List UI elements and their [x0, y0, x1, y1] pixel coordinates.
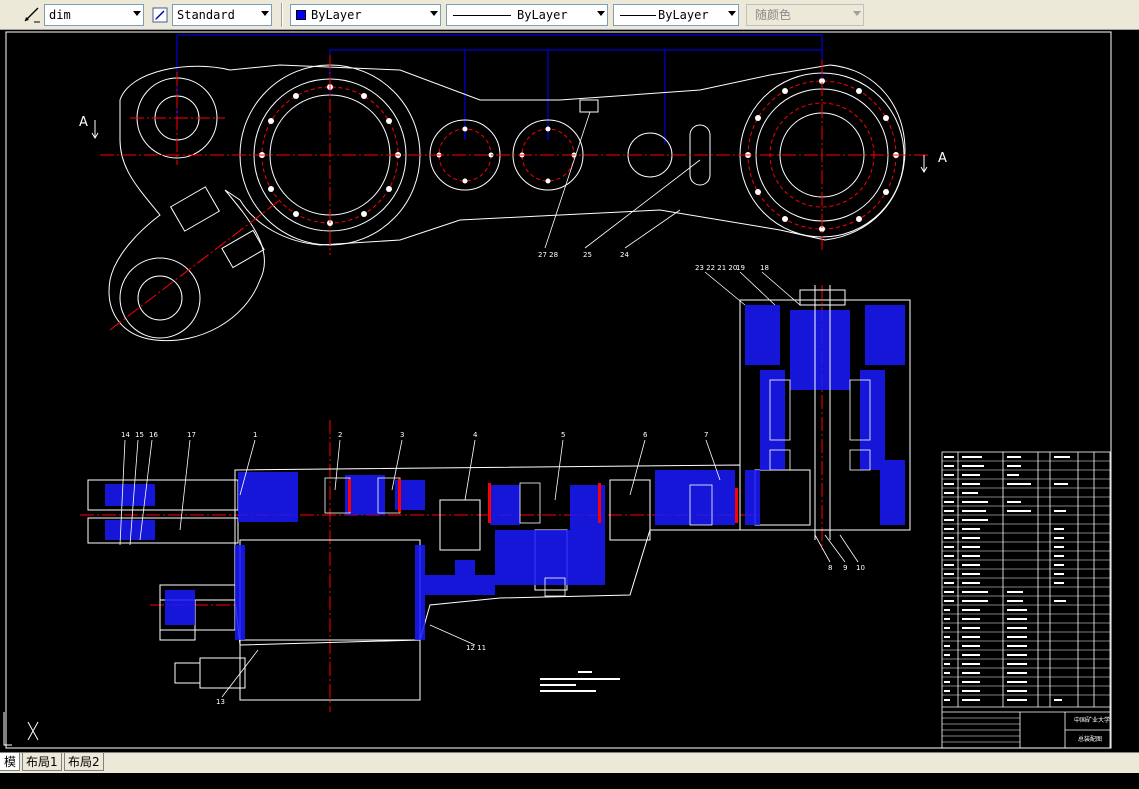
- callout-25: 25: [583, 251, 592, 259]
- technical-notes: [540, 671, 620, 692]
- ucs-icon: [3, 712, 39, 746]
- callout-1: 1: [253, 431, 257, 439]
- section-label-left: A: [79, 115, 88, 130]
- chevron-down-icon: [853, 11, 861, 16]
- layout-tabs: 模型 布局1 布局2: [0, 752, 1139, 787]
- arm-top-view: [108, 64, 906, 342]
- callout-10: 10: [856, 564, 865, 572]
- drawing-svg: A A 27 28 25 24 14 15 16 17 1 2 3 4 5 6 …: [3, 31, 1112, 749]
- text-style-combo[interactable]: Standard: [172, 4, 272, 26]
- color-swatch: [296, 10, 306, 20]
- linetype-sample: [453, 15, 511, 16]
- callout-4: 4: [473, 431, 478, 439]
- chevron-down-icon[interactable]: [133, 11, 141, 16]
- title-block-school: 中国矿业大学: [1074, 716, 1110, 724]
- lineweight-control-value: ByLayer: [658, 8, 709, 22]
- chevron-down-icon[interactable]: [430, 11, 438, 16]
- callout-5: 5: [561, 431, 565, 439]
- callout-24: 24: [620, 251, 629, 259]
- color-control-value: ByLayer: [311, 8, 362, 22]
- linetype-control-combo[interactable]: ByLayer: [446, 4, 608, 26]
- chevron-down-icon[interactable]: [728, 11, 736, 16]
- section-arrows: [91, 120, 928, 173]
- linetype-control-value: ByLayer: [517, 8, 568, 22]
- callout-19: 19: [736, 264, 745, 272]
- callout-14: 14: [121, 431, 130, 439]
- dimension-style-value: dim: [49, 8, 71, 22]
- tab-model[interactable]: 模型: [0, 753, 20, 787]
- callout-13: 13: [216, 698, 225, 706]
- plot-style-value: 随颜色: [755, 8, 792, 22]
- chevron-down-icon[interactable]: [261, 11, 269, 16]
- top-dimensions: [176, 34, 823, 145]
- callout-15: 15: [135, 431, 144, 439]
- top-callouts: 27 28 25 24: [538, 251, 629, 259]
- callout-7: 7: [704, 431, 708, 439]
- callout-2: 2: [338, 431, 342, 439]
- chevron-down-icon[interactable]: [597, 11, 605, 16]
- plot-style-combo: 随颜色: [746, 4, 864, 26]
- text-style-icon[interactable]: [150, 5, 170, 25]
- callout-23-20: 23 22 21 20: [695, 264, 737, 272]
- drawing-canvas[interactable]: A A 27 28 25 24 14 15 16 17 1 2 3 4 5 6 …: [0, 30, 1139, 752]
- bom-text-marks: [944, 456, 1070, 701]
- lineweight-sample: [620, 15, 656, 16]
- toolbar-separator: [281, 3, 283, 27]
- dimension-style-icon[interactable]: [22, 5, 42, 25]
- callout-27-28: 27 28: [538, 251, 558, 259]
- callout-12-11: 12 11: [466, 644, 486, 652]
- top-leaders: [544, 111, 701, 249]
- hatch-regions: [105, 305, 905, 640]
- callout-18: 18: [760, 264, 769, 272]
- section-label-right: A: [938, 151, 947, 166]
- tab-layout1[interactable]: 布局1: [22, 753, 62, 771]
- properties-toolbar: dim Standard ByLayer ByLayer ByLayer 随颜色: [0, 0, 1139, 30]
- callout-3: 3: [400, 431, 404, 439]
- callout-8: 8: [828, 564, 832, 572]
- title-block-text: 中国矿业大学 总装配图: [1074, 716, 1110, 743]
- callout-6: 6: [643, 431, 648, 439]
- tab-layout2[interactable]: 布局2: [64, 753, 104, 771]
- title-block-drawing-name: 总装配图: [1078, 735, 1102, 743]
- lineweight-control-combo[interactable]: ByLayer: [613, 4, 739, 26]
- color-control-combo[interactable]: ByLayer: [290, 4, 441, 26]
- callout-17: 17: [187, 431, 196, 439]
- callout-16: 16: [149, 431, 158, 439]
- text-style-value: Standard: [177, 8, 235, 22]
- callout-9: 9: [843, 564, 847, 572]
- dimension-style-combo[interactable]: dim: [44, 4, 144, 26]
